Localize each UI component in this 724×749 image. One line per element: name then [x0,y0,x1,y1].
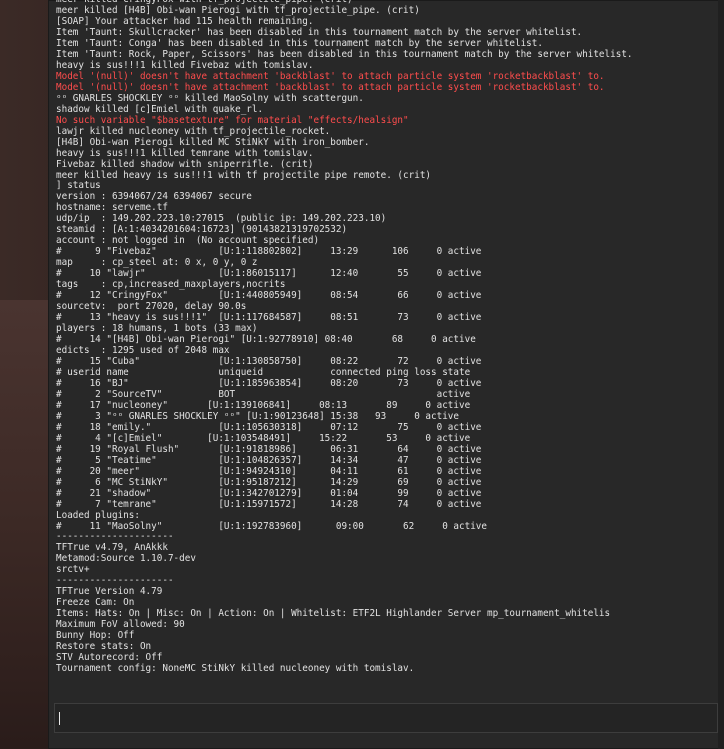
console-line: # 5 "Teatime" [U:1:104826357] 14:34 47 0… [56,454,482,466]
console-line: Maximum FoV allowed: 90 [56,619,185,631]
console-line: edicts : 1295 used of 2048 max [56,345,230,356]
console-line: tags : cp,increased_maxplayers,nocrits [56,279,286,291]
console-line: heavy is sus!!!1 killed Fivebaz with tom… [56,59,314,71]
console-error-line: Model '(null)' doesn't have attachment '… [56,81,605,93]
console-line: sourcetv: port 27020, delay 90.0s [56,301,247,313]
console-line: # 3 "ᵒᵒ GNARLES SHOCKLEY ᵒᵒ" [U:1:901236… [56,410,459,422]
console-line: # 11 "MaoSolny" [U:1:192783960] 09:00 62… [56,520,487,532]
console-line: --------------------- [56,575,174,587]
console-line: [SOAP] Your attacker had 115 health rema… [56,15,314,27]
console-line: # 17 "nucleoney" [U:1:139106841] 08:13 8… [56,399,471,411]
console-line: # 12 "CringyFox" [U:1:440805949] 08:54 6… [56,290,482,302]
console-line: TFTrue Version 4.79 [56,586,163,598]
console-input[interactable] [63,708,707,730]
console-line: meer killed [H4B] Obi-wan Pierogi with t… [56,4,420,16]
console-line: # 10 "lawjr" [U:1:86015117] 12:40 55 0 a… [56,268,482,280]
console-line: # 16 "BJ" [U:1:185963854] 08:20 73 0 act… [56,377,482,389]
console-line: # 14 "[H4B] Obi-wan Pierogi" [U:1:927789… [56,334,476,345]
console-line: # 9 "Fivebaz" [U:1:118802802] 13:29 106 … [56,246,482,258]
console-line: Loaded plugins: [56,509,140,521]
console-line: # 15 "Cuba" [U:1:130858750] 08:22 72 0 a… [56,355,482,367]
console-line: udp/ip : 149.202.223.10:27015 (public ip… [56,213,387,225]
game-background: meer killed CringyFox with tf_projectile… [0,0,724,749]
console-line: hostname: serveme.tf [56,202,168,214]
console-input-bar[interactable] [54,703,718,733]
console-line: ᵒᵒ GNARLES SHOCKLEY ᵒᵒ killed MaoSolny w… [56,92,364,104]
console-line: Item 'Taunt: Conga' has been disabled in… [56,37,543,49]
console-line: # 6 "MC StiNkY" [U:1:95187212] 14:29 69 … [56,476,482,488]
console-line: [H4B] Obi-wan Pierogi killed MC StiNkY w… [56,136,370,148]
developer-console: meer killed CringyFox with tf_projectile… [48,0,724,749]
text-caret [59,712,60,725]
console-line: Metamod:Source 1.10.7-dev [56,553,196,565]
console-line: ] status [56,180,101,192]
console-line: Fivebaz killed shadow with sniperrifle. … [56,158,314,170]
console-line: map : cp_steel at: 0 x, 0 y, 0 z [56,257,258,269]
console-line: Item 'Taunt: Skullcracker' has been disa… [56,26,583,38]
console-line: # 18 "emily." [U:1:105630318] 07:12 75 0… [56,421,482,433]
console-output[interactable]: meer killed CringyFox with tf_projectile… [56,0,716,690]
console-line: STV Autorecord: Off [56,652,163,664]
game-scene-edge [0,300,48,749]
console-line: # 7 "temrane" [U:1:15971572] 14:28 74 0 … [56,498,482,510]
console-line: Freeze Cam: On [56,597,135,609]
console-line: Item 'Taunt: Rock, Paper, Scissors' has … [56,48,633,60]
console-line: # 21 "shadow" [U:1:342701279] 01:04 99 0… [56,487,482,499]
console-line: # 13 "heavy is sus!!!1" [U:1:117684587] … [56,312,482,324]
console-line: meer killed heavy is sus!!!1 with tf_pro… [56,169,432,181]
console-line: Bunny Hop: Off [56,630,135,642]
console-line: players : 18 humans, 1 bots (33 max) [56,323,258,335]
console-line: # userid name uniqueid connected ping lo… [56,366,471,378]
console-line: Items: Hats: On | Misc: On | Action: On … [56,608,611,620]
console-line: heavy is sus!!!1 killed temrane with tom… [56,147,314,159]
console-line: account : not logged in (No account spec… [56,235,320,247]
console-error-line: Model '(null)' doesn't have attachment '… [56,70,605,82]
console-line: steamid : [A:1:4034201604:16723] (901438… [56,224,348,236]
console-error-line: No such variable "$basetexture" for mate… [56,114,409,126]
console-line: # 20 "meer" [U:1:94924310] 04:11 61 0 ac… [56,465,482,477]
console-line: # 19 "Royal Flush" [U:1:91818986] 06:31 … [56,443,482,455]
console-line: lawjr killed nucleoney with tf_projectil… [56,125,331,137]
console-scroll-edge[interactable] [718,0,724,749]
console-line: Restore stats: On [56,641,152,653]
console-line: --------------------- [56,531,174,543]
console-line: # 2 "SourceTV" BOT active [56,388,471,400]
console-line: # 4 "[c]Emiel" [U:1:103548491] 15:22 53 … [56,432,471,444]
console-line: version : 6394067/24 6394067 secure [56,191,252,203]
console-line: TFTrue v4.79, AnAkkk [56,542,168,554]
console-line: shadow killed [c]Emiel with quake_rl. [56,103,264,115]
console-line: srctv+ [56,564,90,576]
console-line: Tournament config: NoneMC StiNkY killed … [56,663,415,675]
